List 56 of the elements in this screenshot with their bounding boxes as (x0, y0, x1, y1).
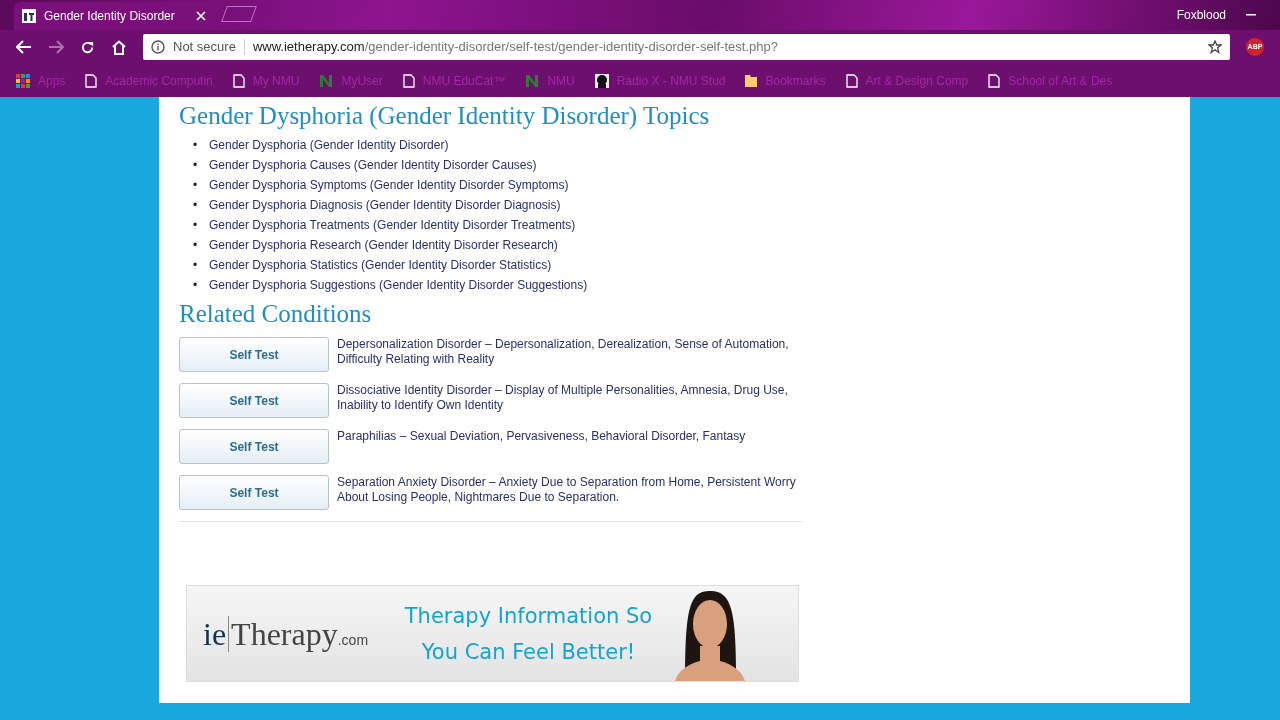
bullet: • (193, 177, 199, 194)
bullet: • (193, 197, 199, 214)
folder-icon (745, 73, 758, 88)
bullet: • (193, 257, 199, 274)
new-tab-button[interactable] (221, 6, 257, 22)
topic-link[interactable]: Gender Dysphoria Causes (Gender Identity Disorder Causes) (209, 158, 537, 172)
forward-icon[interactable] (48, 40, 64, 54)
section-heading: Gender Dysphoria (Gender Identity Disorder) Topics (179, 101, 711, 131)
page-icon (845, 73, 858, 88)
info-icon (151, 40, 165, 54)
topic-link[interactable]: Gender Dysphoria Symptoms (Gender Identity Disorder Symptoms) (209, 178, 569, 192)
topic-link[interactable]: Gender Dysphoria (Gender Identity Disorder) (209, 138, 449, 152)
topic-link[interactable]: Gender Dysphoria Treatments (Gender Identity Disorder Treatments) (209, 218, 576, 232)
banner-headline: You Can Feel Better! (420, 638, 637, 666)
condition-description: Dissociative Identity Disorder – Display of Multiple Personalities, Amnesia, Drug Use, Inability to Identify Own Identity (337, 383, 789, 413)
self-test-button[interactable]: Self Test (179, 383, 329, 418)
page-icon (85, 73, 98, 88)
reload-icon[interactable] (80, 39, 95, 55)
section-heading: Related Conditions (179, 299, 373, 329)
close-icon[interactable] (196, 11, 206, 21)
letter-n-icon (525, 73, 540, 88)
bullet: • (193, 237, 199, 254)
back-icon[interactable] (16, 40, 32, 54)
condition-description: Depersonalization Disorder – Depersonalization, Derealization, Sense of Automation, Difficulty Relating with Reality (337, 337, 790, 367)
address-bar[interactable]: Not secure www.ietherapy.com/gender-identity-disorder/self-test/gender-identity-disorder-self-test.php? (143, 34, 1230, 60)
condition-description: Separation Anxiety Disorder – Anxiety Due to Separation from Home, Persistent Worry About Losing People, Nightmares Due to Separation. (337, 475, 797, 505)
self-test-button[interactable]: Self Test (179, 475, 329, 510)
bullet: • (193, 277, 199, 294)
banner-headline: Therapy Information So (403, 602, 654, 630)
home-icon[interactable] (111, 39, 127, 55)
url-text: www.ietherapy.com/gender-identity-disorder/self-test/gender-identity-disorder-self-test.php? (252, 38, 779, 57)
banner-ad[interactable]: ieTherapy.com Therapy Information So You Can Feel Better! (186, 585, 799, 682)
star-icon[interactable] (1208, 40, 1222, 54)
bullet: • (193, 217, 199, 234)
page-icon (988, 73, 1001, 88)
condition-description: Paraphilias – Sexual Deviation, Pervasiveness, Behavioral Disorder, Fantasy (337, 429, 746, 444)
topic-link[interactable]: Gender Dysphoria Research (Gender Identity Disorder Research) (209, 238, 558, 252)
cap-icon (594, 73, 609, 88)
page-icon (402, 73, 415, 88)
profile-name[interactable]: Foxblood (1176, 6, 1226, 24)
site-favicon (22, 9, 36, 23)
bullet: • (193, 157, 199, 174)
self-test-button[interactable]: Self Test (179, 337, 329, 372)
self-test-button[interactable]: Self Test (179, 429, 329, 464)
topic-link[interactable]: Gender Dysphoria Statistics (Gender Identity Disorder Statistics) (209, 258, 552, 272)
page-icon (232, 73, 245, 88)
bullet: • (193, 137, 199, 154)
site-logo: ieTherapy.com (202, 614, 370, 654)
topic-link[interactable]: Gender Dysphoria Diagnosis (Gender Identity Disorder Diagnosis) (209, 198, 561, 212)
topic-link[interactable]: Gender Dysphoria Suggestions (Gender Identity Disorder Suggestions) (209, 278, 588, 292)
browser-tab[interactable]: Gender Identity Disorder (14, 2, 214, 30)
apps-grid-icon (16, 73, 30, 88)
tab-title: Gender Identity Disorder (44, 8, 176, 25)
letter-n-icon (319, 73, 334, 88)
minimize-icon[interactable] (1246, 14, 1256, 16)
security-label: Not secure (173, 38, 236, 57)
